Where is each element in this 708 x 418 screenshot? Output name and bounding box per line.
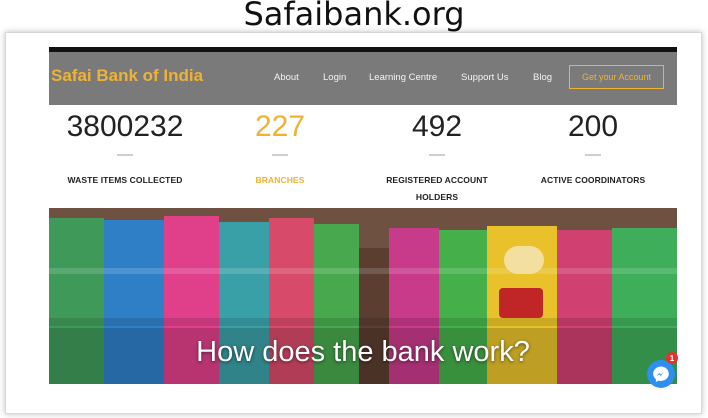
stat-divider [117, 154, 133, 156]
nav-login[interactable]: Login [323, 72, 346, 83]
site-navbar: Safai Bank of India About Login Learning… [49, 52, 677, 105]
nav-blog[interactable]: Blog [533, 72, 552, 83]
nav-support-us[interactable]: Support Us [461, 72, 509, 83]
hero-title: How does the bank work? [196, 336, 530, 368]
stat-coordinators-value: 200 [567, 110, 619, 143]
nav-about[interactable]: About [274, 72, 299, 83]
stat-divider [585, 154, 601, 156]
stat-account-holders-label-line1: REGISTERED ACCOUNT [386, 175, 488, 185]
stat-divider [272, 154, 288, 156]
stat-coordinators-label: ACTIVE COORDINATORS [540, 175, 646, 185]
stat-account-holders-label-line2: HOLDERS [415, 192, 459, 202]
messenger-icon [653, 366, 669, 382]
brand-logo[interactable]: Safai Bank of India [51, 66, 203, 86]
stat-branches-label: BRANCHES [255, 175, 305, 185]
stat-account-holders-value: 492 [411, 110, 463, 143]
notification-badge: 1 [666, 352, 678, 364]
stat-divider [429, 154, 445, 156]
hero-banner: How does the bank work? [49, 208, 677, 384]
page-caption: Safaibank.org [243, 0, 465, 33]
get-account-button[interactable]: Get your Account [569, 65, 664, 89]
messenger-chat-button[interactable] [647, 360, 675, 388]
stat-account-holders-label: REGISTERED ACCOUNT HOLDERS [362, 172, 512, 206]
nav-learning-centre[interactable]: Learning Centre [369, 72, 437, 83]
stat-waste-items-value: 3800232 [66, 110, 184, 143]
stat-waste-items-label: WASTE ITEMS COLLECTED [67, 175, 183, 185]
stat-branches-value: 227 [254, 110, 306, 143]
